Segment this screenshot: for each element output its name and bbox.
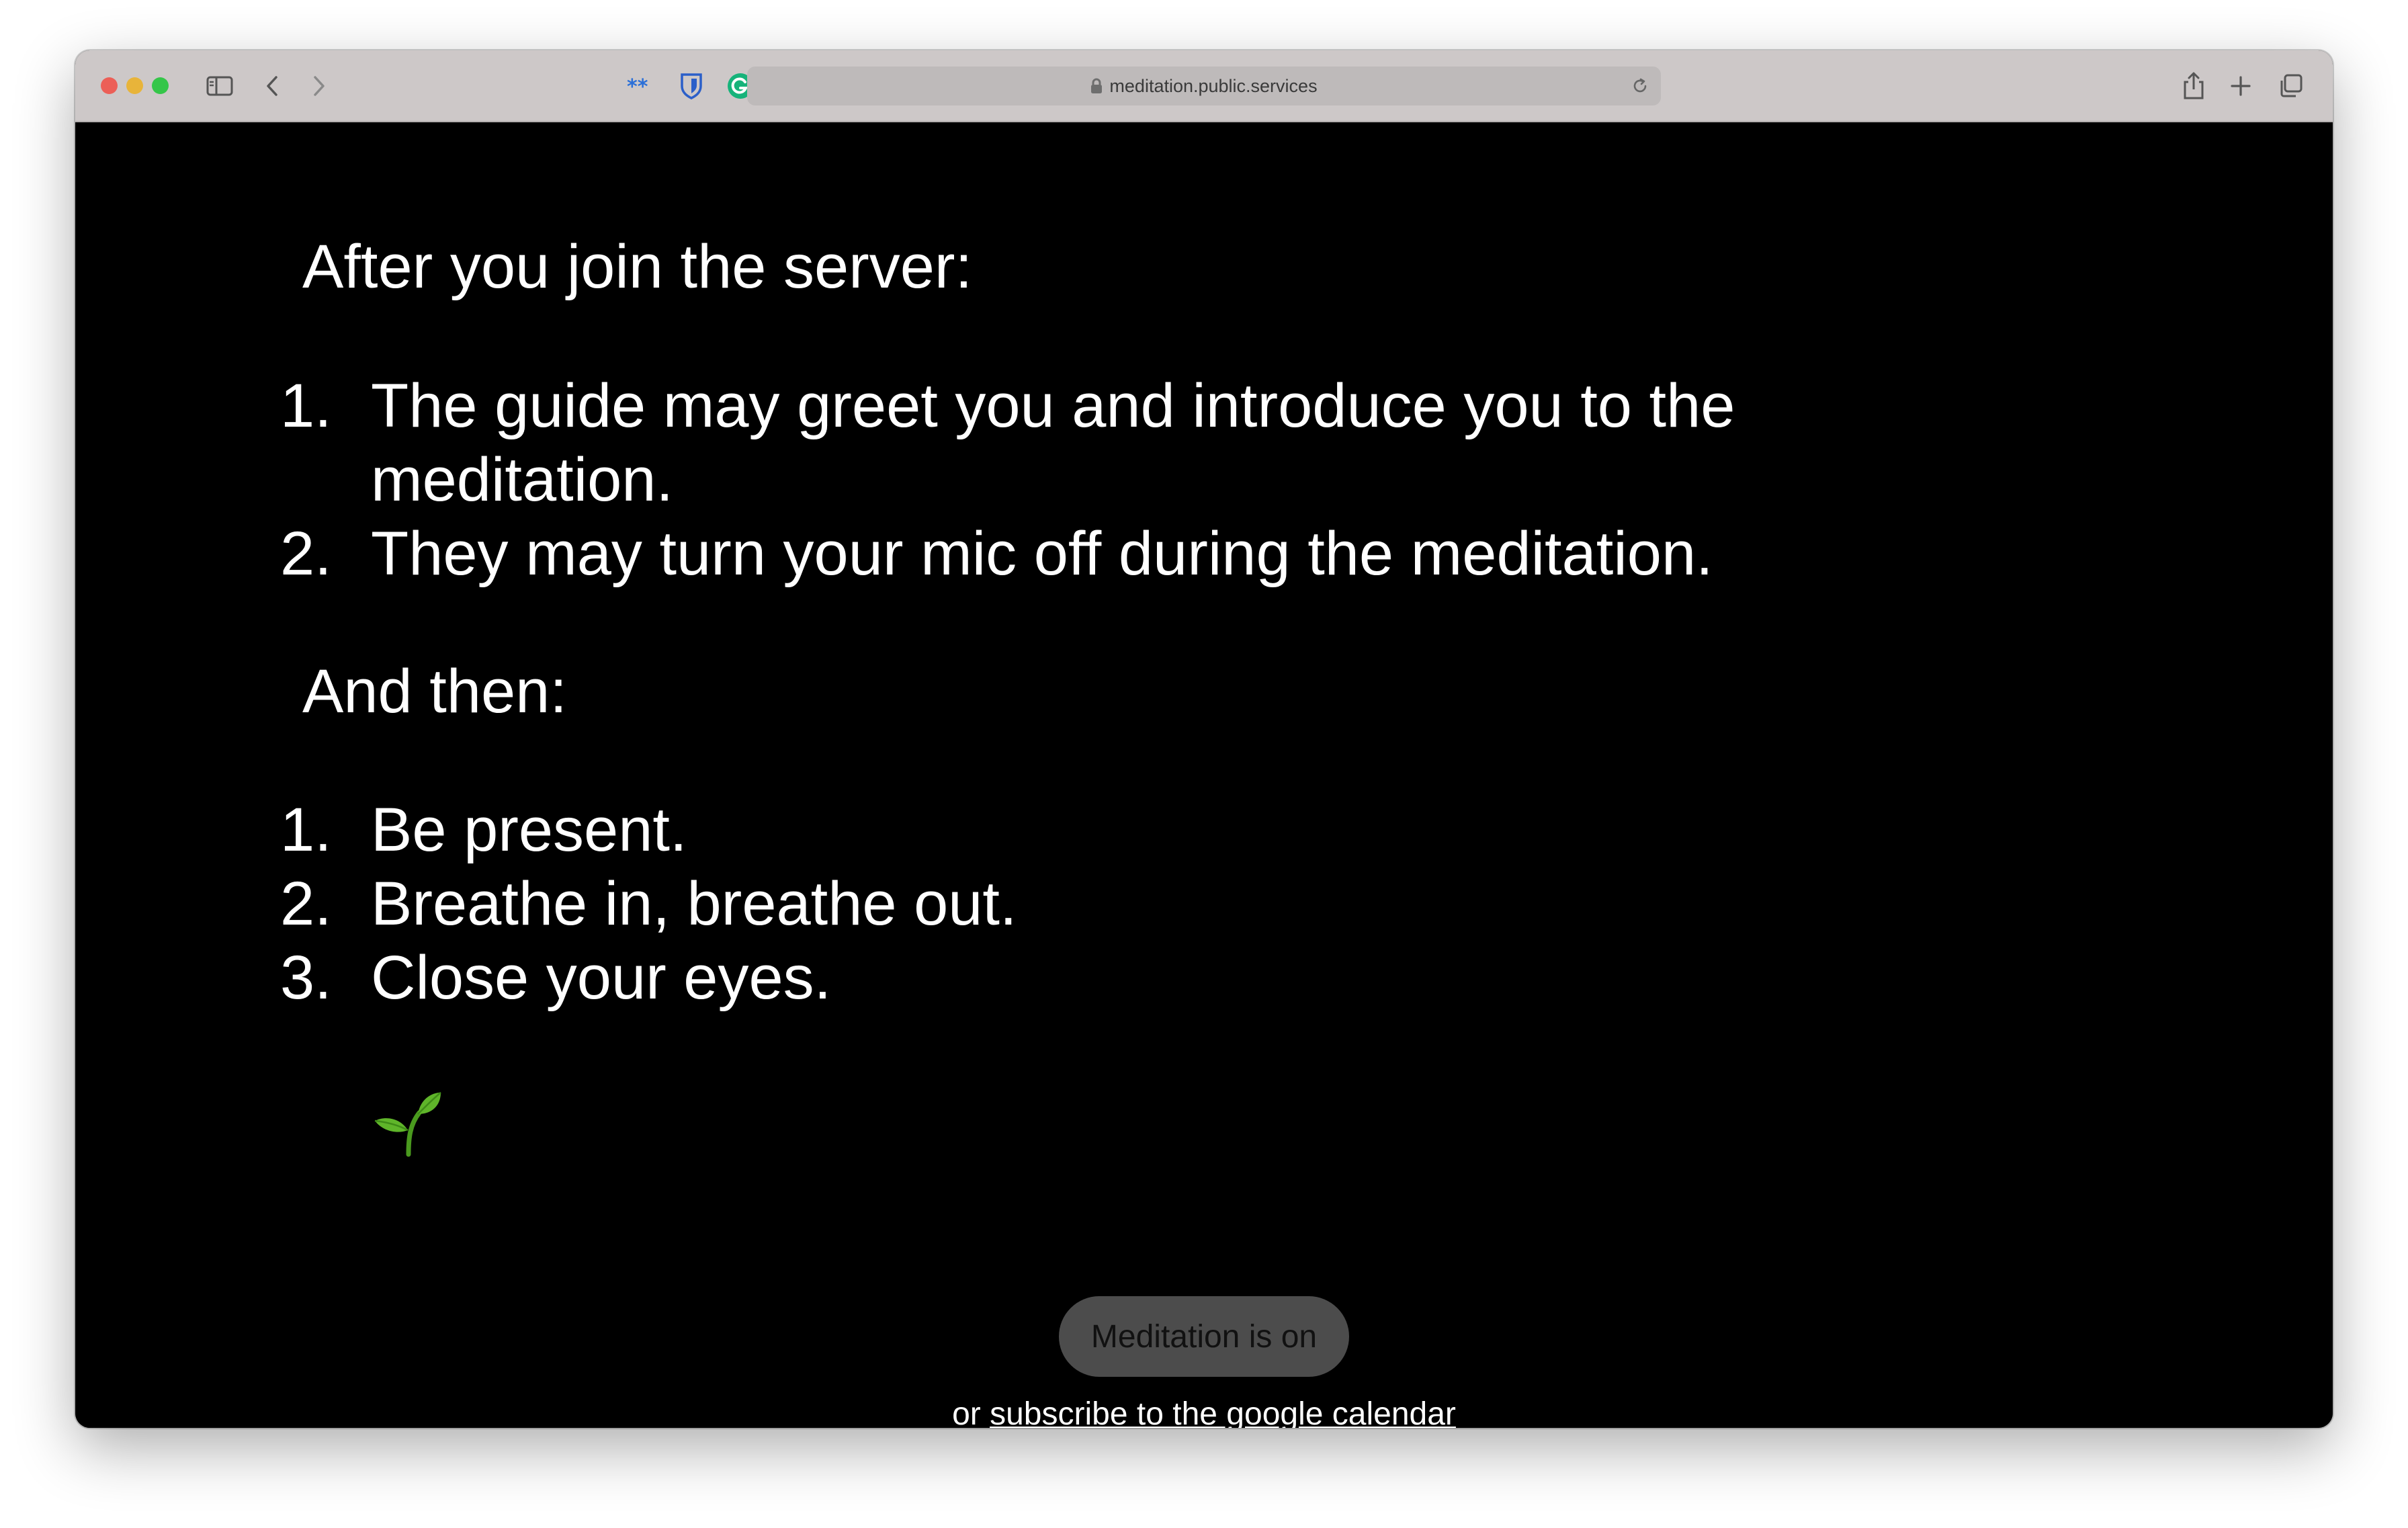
reload-icon[interactable] (1629, 75, 1651, 97)
list-item: 1. The guide may greet you and introduce… (280, 369, 1735, 517)
lock-icon (1090, 78, 1103, 94)
list-item-text: The guide may greet you and introduce yo… (371, 372, 1735, 440)
list-number: 2. (280, 519, 332, 588)
list-item-text: Close your eyes. (371, 943, 832, 1012)
meditation-steps-list: 1. Be present. 2. Breathe in, breathe ou… (280, 793, 1017, 1015)
list-number: 1. (280, 796, 332, 864)
asterisk-extension-icon[interactable]: ** (625, 69, 658, 103)
meditation-status-button[interactable]: Meditation is on (1059, 1296, 1349, 1377)
address-bar[interactable]: meditation.public.services (747, 67, 1661, 105)
footer-prefix: or (952, 1396, 990, 1428)
browser-window: ** meditation.public.services After you … (75, 50, 2333, 1428)
list-item: 1. Be present. (280, 793, 1017, 867)
subscribe-calendar-link[interactable]: subscribe to the google calendar (990, 1396, 1456, 1428)
list-item-text: They may turn your mic off during the me… (371, 519, 1713, 588)
list-item-text: Be present. (371, 796, 687, 864)
list-number: 3. (280, 943, 332, 1012)
footer: or subscribe to the google calendar (75, 1396, 2333, 1428)
forward-icon[interactable] (302, 69, 336, 103)
tab-overview-icon[interactable] (2274, 69, 2307, 103)
back-icon[interactable] (255, 69, 289, 103)
page-content: After you join the server: 1. The guide … (75, 122, 2333, 1428)
list-number: 2. (280, 869, 332, 938)
share-icon[interactable] (2177, 69, 2210, 103)
new-tab-icon[interactable] (2224, 69, 2258, 103)
close-window-button[interactable] (101, 77, 118, 94)
list-item-text: meditation. (371, 445, 674, 514)
join-steps-list: 1. The guide may greet you and introduce… (280, 369, 1735, 591)
section-heading-then: And then: (302, 657, 567, 726)
section-heading-join: After you join the server: (302, 232, 973, 301)
minimize-window-button[interactable] (126, 77, 143, 94)
list-item: 3. Close your eyes. (280, 941, 1017, 1015)
list-item: 2. Breathe in, breathe out. (280, 867, 1017, 941)
bitwarden-icon[interactable] (675, 69, 708, 103)
zoom-window-button[interactable] (152, 77, 169, 94)
sidebar-icon[interactable] (203, 69, 236, 103)
browser-toolbar: ** meditation.public.services (75, 50, 2333, 122)
url-text: meditation.public.services (1109, 75, 1318, 96)
list-number: 1. (280, 372, 332, 440)
list-item-text: Breathe in, breathe out. (371, 869, 1017, 938)
svg-text:**: ** (627, 76, 648, 96)
seedling-icon (371, 1090, 445, 1160)
list-item: 2. They may turn your mic off during the… (280, 517, 1735, 591)
